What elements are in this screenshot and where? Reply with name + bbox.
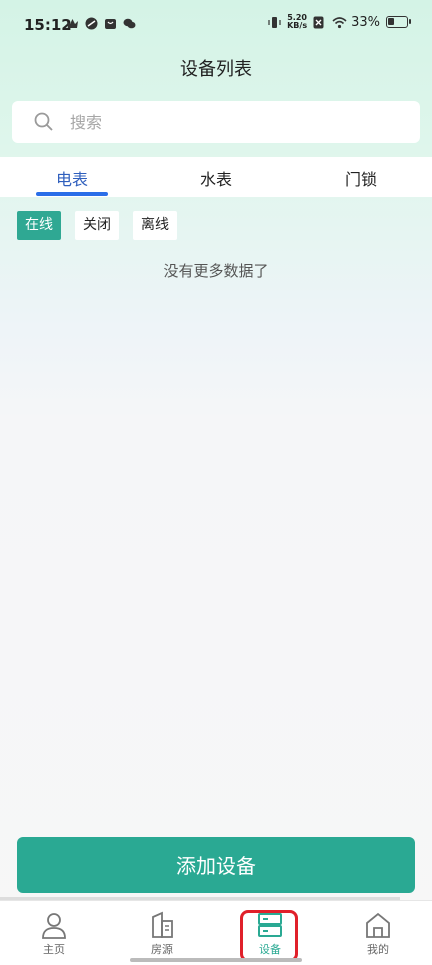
nav-home[interactable]: 主页 bbox=[14, 911, 94, 957]
home-indicator[interactable] bbox=[130, 958, 302, 962]
bottom-nav: 主页 房源 设备 我的 bbox=[0, 900, 432, 965]
add-device-button[interactable]: 添加设备 bbox=[17, 837, 415, 893]
status-time: 15:12 bbox=[24, 16, 72, 34]
tab-electric-meter[interactable]: 电表 bbox=[32, 166, 112, 190]
shopping-bag-icon bbox=[104, 17, 117, 30]
vibrate-icon bbox=[268, 16, 281, 29]
wechat-icon bbox=[123, 17, 136, 30]
nav-mine[interactable]: 我的 bbox=[338, 911, 418, 957]
nav-listings-label: 房源 bbox=[151, 943, 173, 956]
filter-online[interactable]: 在线 bbox=[17, 211, 61, 240]
system-status: 5.20 KB/s 33% bbox=[268, 14, 411, 30]
net-speed: 5.20 KB/s bbox=[287, 14, 307, 30]
page-title: 设备列表 bbox=[180, 59, 252, 80]
filter-offline[interactable]: 离线 bbox=[133, 211, 177, 240]
nav-home-label: 主页 bbox=[43, 943, 65, 956]
person-icon bbox=[40, 911, 68, 939]
building-icon bbox=[148, 911, 176, 939]
house-icon bbox=[364, 911, 392, 939]
active-tab-indicator bbox=[36, 192, 108, 196]
nav-mine-label: 我的 bbox=[367, 943, 389, 956]
tab-door-lock[interactable]: 门锁 bbox=[321, 166, 401, 190]
empty-list-message: 没有更多数据了 bbox=[163, 262, 269, 280]
tab-water-meter[interactable]: 水表 bbox=[176, 166, 256, 190]
notification-icons bbox=[66, 17, 136, 30]
status-bar: 15:12 5.20 KB/s 33% bbox=[0, 0, 432, 50]
net-speed-unit: KB/s bbox=[287, 21, 308, 30]
leaf-icon bbox=[85, 17, 98, 30]
filter-closed[interactable]: 关闭 bbox=[75, 211, 119, 240]
search-box[interactable] bbox=[12, 101, 420, 143]
device-type-tabs: 电表 水表 门锁 bbox=[0, 157, 432, 197]
wifi-icon bbox=[332, 16, 347, 29]
battery-percent: 33% bbox=[351, 14, 380, 30]
search-input[interactable] bbox=[70, 111, 390, 133]
status-filters: 在线 关闭 离线 bbox=[17, 211, 177, 240]
annotation-highlight-box bbox=[240, 910, 298, 962]
battery-icon bbox=[386, 16, 411, 28]
nav-listings[interactable]: 房源 bbox=[122, 911, 202, 957]
crown-icon bbox=[66, 17, 79, 30]
search-icon bbox=[34, 112, 54, 136]
sim-x-icon bbox=[313, 16, 326, 29]
